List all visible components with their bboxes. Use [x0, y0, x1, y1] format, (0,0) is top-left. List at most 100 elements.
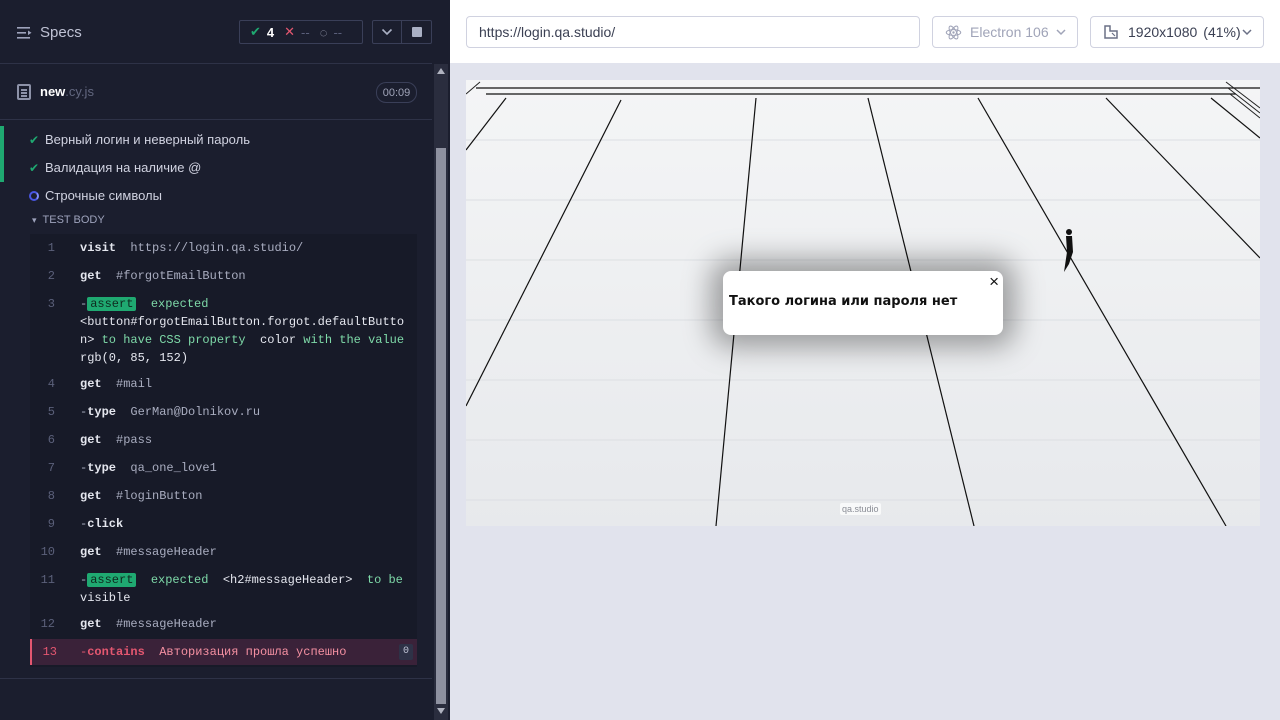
command-name: type — [87, 461, 117, 475]
line-number: 4 — [47, 377, 55, 391]
command-arg: Авторизация прошла успешно — [159, 645, 347, 659]
assert-badge: assert — [87, 573, 137, 587]
x-icon: ✕ — [284, 24, 296, 39]
line-number: 2 — [47, 269, 55, 283]
watermark: qa.studio — [840, 503, 881, 515]
check-icon: ✔ — [250, 24, 261, 39]
command-name: get — [80, 269, 102, 283]
test-title: Валидация на наличие @ — [45, 160, 202, 175]
browser-name: Electron 106 — [970, 24, 1049, 40]
status-bar — [0, 126, 4, 154]
command-log-panel: Specs ✔ 4 ✕ -- ◌ -- new.cy.js 00:09 ✔ Ве… — [0, 0, 450, 720]
app-under-test: × Такого логина или пароля нет qa.studio — [466, 80, 1260, 526]
status-bar — [0, 154, 4, 182]
test-body-toggle[interactable]: ▾ TEST BODY — [32, 214, 105, 226]
test-item-running[interactable]: Строчные символы — [0, 182, 432, 210]
assert-property: color — [260, 333, 297, 347]
spec-file-name[interactable]: new.cy.js — [40, 84, 94, 99]
pending-count: -- — [333, 24, 343, 40]
command-name: contains — [87, 645, 145, 659]
assert-subject: <h2#messageHeader> — [222, 573, 353, 587]
line-number: 6 — [47, 433, 55, 447]
line-number: 10 — [40, 545, 55, 559]
command-name: get — [80, 545, 102, 559]
line-number: 13 — [42, 645, 57, 659]
line-number: 8 — [47, 489, 55, 503]
command-arg: #forgotEmailButton — [116, 269, 246, 283]
assert-text: to be — [366, 573, 403, 587]
assert-badge: assert — [87, 297, 137, 311]
divider — [0, 678, 432, 679]
command-name: visit — [80, 241, 117, 255]
stats-summary: ✔ 4 ✕ -- ◌ -- — [239, 20, 363, 44]
chevron-down-icon: ▾ — [32, 215, 37, 225]
check-icon: ✔ — [29, 161, 40, 175]
passed-stat: ✔ 4 — [250, 24, 274, 40]
failed-count: -- — [301, 24, 310, 40]
command-row-failed[interactable]: 13 -contains Авторизация прошла успешно … — [30, 639, 417, 665]
collapse-button[interactable] — [372, 20, 402, 44]
command-name: get — [80, 377, 102, 391]
specs-icon[interactable] — [17, 27, 32, 39]
line-number: 11 — [40, 573, 55, 587]
line-number: 9 — [47, 517, 55, 531]
line-number: 3 — [47, 297, 55, 311]
assert-text: to have CSS property — [101, 333, 246, 347]
test-item[interactable]: ✔ Валидация на наличие @ — [0, 154, 432, 182]
spinner-icon — [29, 191, 39, 201]
viewport-icon — [1104, 25, 1118, 39]
close-icon[interactable]: × — [989, 272, 999, 292]
viewport-size: 1920x1080 — [1128, 24, 1198, 40]
scroll-down-icon[interactable] — [437, 708, 445, 714]
command-arg: GerMan@Dolnikov.ru — [130, 405, 261, 419]
viewport-scale: (41%) — [1203, 24, 1241, 40]
failed-stat: ✕ -- — [284, 24, 310, 40]
command-name: type — [87, 405, 117, 419]
stop-icon — [411, 27, 422, 37]
spec-file-bar: new.cy.js 00:09 — [0, 65, 432, 120]
chevron-down-icon — [1242, 29, 1252, 36]
message-dialog: × Такого логина или пароля нет — [723, 271, 1003, 335]
assert-value: visible — [80, 591, 131, 605]
element-count-badge: 0 — [399, 644, 413, 660]
test-title: Верный логин и неверный пароль — [45, 132, 250, 147]
url-bar[interactable]: https://login.qa.studio/ — [466, 16, 920, 48]
specs-label[interactable]: Specs — [40, 24, 82, 41]
command-log-scrollbar[interactable] — [434, 64, 448, 720]
spinner-icon: ◌ — [319, 24, 328, 40]
check-icon: ✔ — [29, 133, 40, 147]
aut-header: https://login.qa.studio/ Electron 106 19… — [450, 0, 1280, 64]
line-number: 5 — [47, 405, 55, 419]
command-arg: https://login.qa.studio/ — [130, 241, 304, 255]
chevron-down-icon — [1056, 29, 1066, 36]
stop-button[interactable] — [401, 20, 432, 44]
pending-stat: ◌ -- — [320, 25, 342, 40]
command-arg: #messageHeader — [116, 545, 217, 559]
assert-text: expected — [150, 573, 209, 587]
test-item[interactable]: ✔ Верный логин и неверный пароль — [0, 126, 432, 154]
reporter-header: Specs ✔ 4 ✕ -- ◌ -- — [0, 0, 432, 64]
browser-selector[interactable]: Electron 106 — [932, 16, 1078, 48]
line-number: 7 — [47, 461, 55, 475]
test-title: Строчные символы — [45, 188, 162, 203]
command-name: get — [80, 433, 102, 447]
command-arg: #mail — [116, 377, 153, 391]
duration-timer: 00:09 — [376, 82, 417, 103]
assert-text: expected — [150, 297, 209, 311]
scroll-thumb[interactable] — [436, 148, 446, 704]
command-list: 1 visit https://login.qa.studio/ 2 get #… — [30, 234, 417, 667]
line-number: 1 — [47, 241, 55, 255]
assert-text: with the value — [303, 333, 405, 347]
command-arg: qa_one_love1 — [130, 461, 217, 475]
command-arg: #messageHeader — [116, 617, 217, 631]
command-name: click — [87, 517, 124, 531]
command-arg: #pass — [116, 433, 153, 447]
message-header: Такого логина или пароля нет — [729, 294, 958, 309]
scroll-up-icon[interactable] — [437, 68, 445, 74]
file-icon — [17, 84, 31, 100]
electron-icon — [945, 25, 962, 39]
viewport-selector[interactable]: 1920x1080 (41%) — [1090, 16, 1264, 48]
chevron-down-icon — [381, 28, 393, 36]
line-number: 12 — [40, 617, 55, 631]
command-arg: #loginButton — [116, 489, 203, 503]
